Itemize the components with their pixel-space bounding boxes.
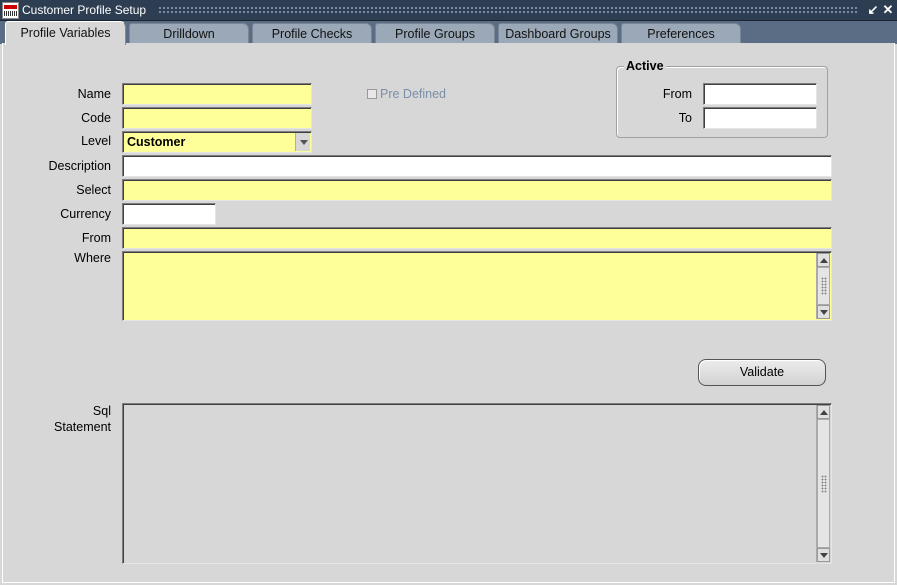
tab-profile-groups[interactable]: Profile Groups — [375, 23, 495, 44]
close-icon[interactable]: ✕ — [881, 3, 895, 17]
title-bar-grip[interactable] — [158, 6, 859, 15]
predefined-label: Pre Defined — [380, 87, 447, 101]
name-field[interactable] — [122, 83, 312, 105]
window-title: Customer Profile Setup — [22, 3, 147, 17]
active-from-field[interactable] — [703, 83, 817, 105]
scroll-down-icon[interactable] — [817, 305, 830, 319]
currency-field[interactable] — [122, 203, 216, 225]
description-field[interactable] — [122, 155, 832, 177]
predefined-checkbox[interactable] — [367, 89, 377, 99]
validate-button[interactable]: Validate — [698, 359, 826, 386]
active-to-field[interactable] — [703, 107, 817, 129]
scroll-thumb[interactable] — [817, 267, 830, 305]
active-group-title: Active — [624, 59, 666, 73]
title-bar: Customer Profile Setup ↙ ✕ — [0, 0, 897, 21]
code-label: Code — [81, 111, 111, 125]
from-field[interactable] — [122, 227, 832, 249]
oracle-app-icon — [2, 2, 19, 19]
tab-profile-variables[interactable]: Profile Variables — [5, 21, 126, 45]
code-field[interactable] — [122, 107, 312, 129]
tab-preferences[interactable]: Preferences — [621, 23, 741, 44]
scroll-up-icon[interactable] — [817, 405, 830, 419]
sql-label-line1: Sql — [92, 404, 111, 418]
select-label: Select — [76, 183, 111, 197]
scroll-down-icon[interactable] — [817, 548, 830, 562]
tab-profile-checks[interactable]: Profile Checks — [252, 23, 372, 44]
sql-statement-textarea[interactable] — [122, 403, 832, 564]
where-scrollbar[interactable] — [816, 253, 830, 319]
scroll-thumb[interactable] — [817, 419, 830, 548]
from-label: From — [81, 231, 111, 245]
tab-dashboard-groups[interactable]: Dashboard Groups — [498, 23, 618, 44]
sql-label-line2: Statement — [54, 420, 111, 434]
description-label: Description — [48, 159, 111, 173]
scroll-up-icon[interactable] — [817, 253, 830, 267]
currency-label: Currency — [60, 207, 111, 221]
tab-strip: Profile Variables Drilldown Profile Chec… — [0, 21, 897, 45]
where-textarea[interactable] — [122, 251, 832, 321]
sql-scrollbar[interactable] — [816, 405, 830, 562]
sql-statement-label: Sql Statement — [54, 403, 111, 435]
active-from-label: From — [662, 87, 692, 101]
level-select[interactable]: Customer — [122, 131, 312, 153]
select-field[interactable] — [122, 179, 832, 201]
level-label: Level — [81, 134, 111, 148]
active-to-label: To — [678, 111, 692, 125]
where-label: Where — [74, 251, 111, 265]
minimize-icon[interactable]: ↙ — [866, 3, 880, 17]
tab-drilldown[interactable]: Drilldown — [129, 23, 249, 44]
name-label: Name — [77, 87, 111, 101]
chevron-down-icon[interactable] — [295, 133, 310, 151]
